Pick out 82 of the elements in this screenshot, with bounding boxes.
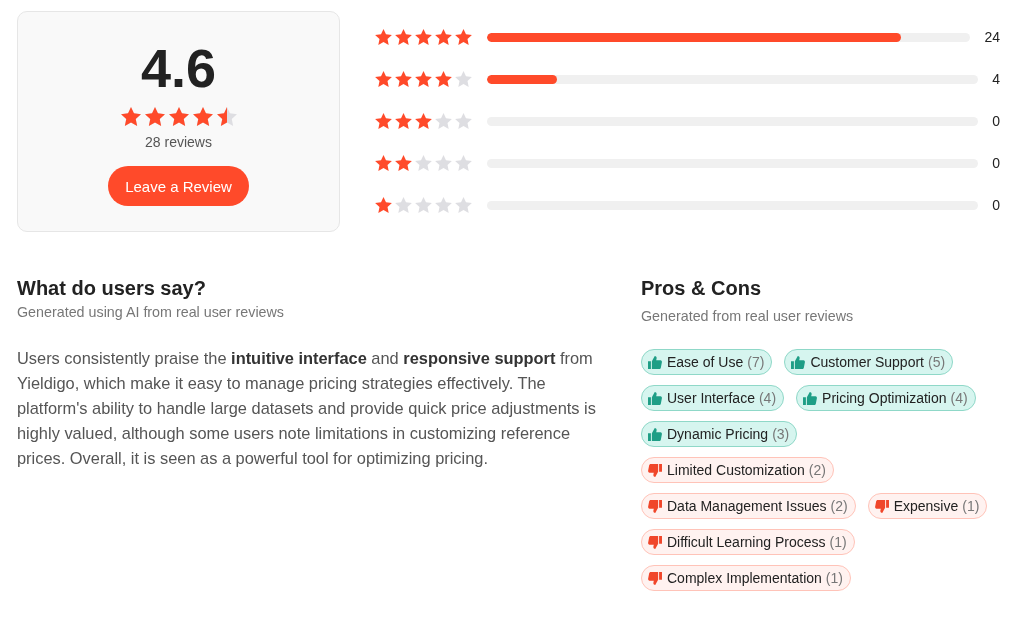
star-icon bbox=[435, 113, 452, 129]
star-icon bbox=[415, 155, 432, 171]
pro-tag[interactable]: Ease of Use (7) bbox=[641, 349, 773, 375]
tag-count: (1) bbox=[962, 498, 980, 514]
rating-count: 24 bbox=[984, 29, 1000, 45]
tag-label: Expensive bbox=[893, 498, 959, 514]
star-icon bbox=[375, 71, 392, 87]
con-tag[interactable]: Data Management Issues (2) bbox=[641, 493, 856, 519]
tag-label: Limited Customization bbox=[667, 462, 805, 478]
tag-count: (3) bbox=[772, 426, 790, 442]
star-icon bbox=[395, 71, 412, 87]
tag-count: (1) bbox=[825, 570, 843, 586]
star-icon bbox=[120, 107, 141, 126]
tag-label: Difficult Learning Process bbox=[667, 534, 826, 550]
star-icon bbox=[395, 197, 412, 213]
thumbs-up-icon bbox=[803, 391, 818, 405]
star-icon bbox=[375, 29, 392, 45]
review-summary-text: Users consistently praise the intuitive interface and responsive support from Yieldigo, which make it easy to manage pricing strategies effectively. The platform's ability to handle large datasets and provide quick price adjustments is highly valued, although some users note limitations in customizing reference prices. Overall, it is seen as a powerful tool for optimizing pricing. bbox=[17, 348, 597, 469]
thumbs-down-icon bbox=[648, 571, 662, 585]
tag-count: (2) bbox=[808, 462, 826, 478]
star-icon bbox=[415, 29, 432, 45]
star-icon bbox=[435, 197, 452, 213]
rating-count: 4 bbox=[992, 71, 1000, 87]
star-icon bbox=[435, 71, 452, 87]
average-rating: 4.6 bbox=[140, 41, 217, 95]
star-icon bbox=[415, 197, 432, 213]
star-icon bbox=[415, 71, 432, 87]
thumbs-down-icon bbox=[874, 499, 889, 513]
rating-count: 0 bbox=[992, 113, 1000, 129]
rating-count: 0 bbox=[992, 197, 1000, 213]
thumbs-up-icon bbox=[648, 427, 662, 441]
star-icon bbox=[168, 107, 189, 126]
tag-label: Data Management Issues bbox=[667, 498, 827, 514]
thumbs-down-icon bbox=[648, 499, 662, 513]
con-tag[interactable]: Difficult Learning Process (1) bbox=[641, 529, 855, 555]
tag-label: User Interface bbox=[667, 390, 755, 406]
star-icon bbox=[144, 107, 165, 126]
con-tag[interactable]: Limited Customization (2) bbox=[641, 457, 834, 483]
con-tag[interactable]: Expensive (1) bbox=[867, 493, 988, 519]
tag-count: (5) bbox=[928, 354, 946, 370]
tag-label: Ease of Use bbox=[667, 354, 744, 370]
tag-count: (4) bbox=[758, 390, 777, 406]
tag-label: Pricing Optimization bbox=[822, 390, 947, 406]
tag-count: (7) bbox=[747, 354, 765, 370]
section-subtitle: Generated using AI from real user reviews bbox=[17, 303, 285, 321]
tag-count: (2) bbox=[830, 498, 848, 514]
thumbs-up-icon bbox=[648, 355, 662, 369]
star-icon bbox=[375, 113, 392, 129]
star-icon bbox=[455, 197, 472, 213]
pro-tag[interactable]: Customer Support (5) bbox=[784, 349, 954, 375]
thumbs-up-icon bbox=[791, 355, 806, 369]
tag-label: Complex Implementation bbox=[667, 570, 822, 586]
star-icon bbox=[455, 113, 472, 129]
rating-count: 0 bbox=[992, 155, 1000, 171]
section-subtitle: Generated from real user reviews bbox=[641, 307, 855, 325]
thumbs-down-icon bbox=[648, 463, 662, 477]
star-icon bbox=[395, 113, 412, 129]
star-icon bbox=[375, 197, 392, 213]
tag-count: (4) bbox=[950, 390, 968, 406]
section-title: What do users say? bbox=[17, 276, 207, 300]
pro-tag[interactable]: Dynamic Pricing (3) bbox=[641, 421, 798, 447]
star-icon bbox=[375, 155, 392, 171]
thumbs-down-icon bbox=[648, 535, 662, 549]
pro-tag[interactable]: Pricing Optimization (4) bbox=[796, 385, 976, 411]
star-icon bbox=[395, 155, 412, 171]
thumbs-up-icon bbox=[648, 391, 662, 405]
star-icon bbox=[455, 71, 472, 87]
review-count: 28 reviews bbox=[145, 133, 212, 151]
tag-label: Customer Support bbox=[810, 354, 924, 370]
section-title: Pros & Cons bbox=[641, 276, 763, 300]
star-icon bbox=[455, 155, 472, 171]
con-tag[interactable]: Complex Implementation (1) bbox=[641, 565, 851, 591]
star-icon bbox=[435, 155, 452, 171]
star-icon bbox=[415, 113, 432, 129]
tag-count: (1) bbox=[829, 534, 847, 550]
star-icon bbox=[395, 29, 412, 45]
pro-tag[interactable]: User Interface (4) bbox=[641, 385, 785, 411]
star-icon bbox=[455, 29, 472, 45]
star-icon bbox=[192, 107, 213, 126]
star-icon bbox=[435, 29, 452, 45]
star-icon bbox=[216, 107, 237, 126]
tag-label: Dynamic Pricing bbox=[667, 426, 769, 442]
